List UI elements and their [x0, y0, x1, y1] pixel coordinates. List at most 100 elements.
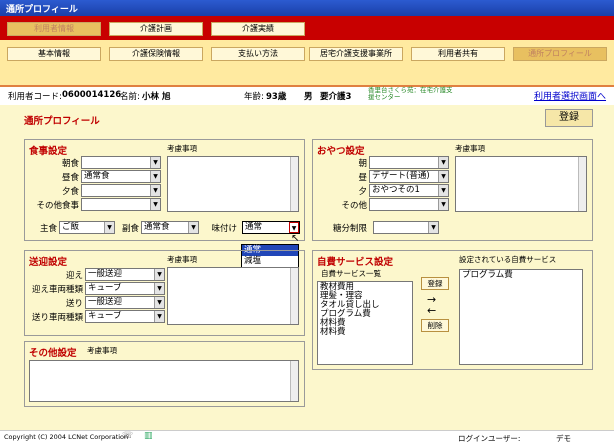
add-service-button[interactable]: 登録	[421, 277, 449, 290]
nav-care-plan[interactable]: 介護計画	[109, 22, 203, 36]
pickup-vehicle-label: 迎え車両種類	[31, 285, 83, 295]
nav-care-office[interactable]: 居宅介護支援事業所	[309, 47, 403, 61]
other-meal-label: その他食事	[36, 201, 79, 211]
snack-note-textarea[interactable]	[455, 156, 587, 212]
available-service-list[interactable]: 教材費用 理髪・理容 タオル貸し出し プログラム費 材料費 材料費	[317, 281, 413, 365]
chevron-down-icon[interactable]: ▼	[289, 222, 299, 233]
phone-icon: ☏	[122, 431, 134, 441]
snack-other-label: その他	[341, 201, 367, 211]
login-user-name: デモ	[556, 434, 571, 443]
register-button[interactable]: 登録	[545, 109, 593, 127]
meal-note-label: 考慮事項	[167, 144, 197, 153]
selfpay-set-label: 設定されている自費サービス	[459, 255, 557, 264]
arrow-left-icon: ←	[427, 304, 437, 317]
snack-other-select[interactable]: ▼	[369, 198, 449, 211]
transport-note-label: 考慮事項	[167, 255, 197, 264]
dinner-label: 夕食	[61, 187, 79, 197]
other-note-textarea[interactable]	[29, 360, 299, 402]
dropoff-vehicle-select[interactable]: キューブ ▼	[85, 310, 165, 323]
other-section: その他設定 考慮事項	[24, 341, 305, 407]
dinner-select[interactable]: ▼	[81, 184, 161, 197]
chevron-down-icon: ▼	[150, 157, 160, 168]
care-level: 要介護3	[320, 92, 352, 102]
scrollbar[interactable]	[290, 157, 298, 211]
window-title: 通所プロフィール	[6, 5, 78, 15]
chevron-down-icon: ▼	[104, 222, 114, 233]
copyright-text: Copyright (C) 2004 LCNet Corporation	[4, 433, 129, 441]
top-nav-bar: 利用者情報 介護計画 介護実績	[0, 16, 614, 40]
transport-section: 送迎設定 考慮事項 迎え 一般送迎 ▼ 迎え車両種類 キューブ ▼ 送り 一般送迎 ▼…	[24, 250, 305, 336]
seasoning-label: 味付け	[211, 224, 237, 234]
chevron-down-icon: ▼	[150, 171, 160, 182]
dropoff-select[interactable]: 一般送迎 ▼	[85, 296, 165, 309]
pickup-select[interactable]: 一般送迎 ▼	[85, 268, 165, 281]
nav-insurance-info[interactable]: 介護保険情報	[109, 47, 203, 61]
status-bar: Copyright (C) 2004 LCNet Corporation ☏ ▥…	[0, 430, 614, 444]
side-dish-label: 副食	[121, 224, 139, 234]
snack-evening-select[interactable]: おやつその1 ▼	[369, 184, 449, 197]
user-info-bar: 利用者コード: 0600014126 名前: 小林 旭 年齢: 93歳 男 要介…	[0, 87, 614, 105]
nav-user-info[interactable]: 利用者情報	[7, 22, 101, 36]
side-dish-select[interactable]: 通常食 ▼	[141, 221, 199, 234]
other-meal-select[interactable]: ▼	[81, 198, 161, 211]
window-titlebar: 通所プロフィール	[0, 0, 614, 16]
chevron-down-icon: ▼	[154, 297, 164, 308]
list-item[interactable]: 材料費	[320, 328, 410, 337]
page-title: 通所プロフィール	[24, 116, 100, 127]
pickup-vehicle-select[interactable]: キューブ ▼	[85, 282, 165, 295]
selfpay-list-label: 自費サービス一覧	[321, 269, 381, 278]
breakfast-select[interactable]: ▼	[81, 156, 161, 169]
dropoff-vehicle-label: 送り車両種類	[31, 313, 83, 323]
user-code-label: 利用者コード:	[8, 92, 62, 102]
user-code: 0600014126	[62, 90, 122, 100]
chevron-down-icon: ▼	[188, 222, 198, 233]
staple-label: 主食	[39, 224, 57, 234]
snack-noon-label: 昼	[358, 173, 367, 183]
user-age-label: 年齢:	[244, 92, 264, 102]
snack-morning-select[interactable]: ▼	[369, 156, 449, 169]
snack-noon-select[interactable]: デザート(普通) ▼	[369, 170, 449, 183]
back-to-user-select-link[interactable]: 利用者選択画面へ	[534, 89, 606, 102]
staple-select[interactable]: ご飯 ▼	[59, 221, 115, 234]
snack-title: おやつ設定	[317, 146, 365, 157]
scrollbar[interactable]	[290, 268, 298, 324]
dropoff-label: 送り	[65, 299, 83, 309]
scrollbar[interactable]	[290, 361, 298, 401]
nav-care-record[interactable]: 介護実績	[211, 22, 305, 36]
delete-service-button[interactable]: 削除	[421, 319, 449, 332]
chevron-down-icon: ▼	[438, 199, 448, 210]
pickup-label: 迎え	[65, 271, 83, 281]
transport-note-textarea[interactable]	[167, 267, 299, 325]
main-content: 通所プロフィール 登録 食事設定 考慮事項 朝食 ▼ 昼食 通常食 ▼ 夕食 ▼ …	[0, 105, 614, 430]
lunch-select[interactable]: 通常食 ▼	[81, 170, 161, 183]
breakfast-label: 朝食	[61, 159, 79, 169]
chevron-down-icon: ▼	[428, 222, 438, 233]
chevron-down-icon: ▼	[154, 311, 164, 322]
book-icon: ▥	[144, 431, 153, 441]
nav-day-profile[interactable]: 通所プロフィール	[513, 47, 607, 61]
sugar-limit-select[interactable]: ▼	[373, 221, 439, 234]
snack-section: おやつ設定 考慮事項 朝 ▼ 昼 デザート(普通) ▼ 夕 おやつその1 ▼ その他…	[312, 139, 593, 241]
selfpay-title: 自費サービス設定	[317, 257, 394, 268]
scrollbar[interactable]	[578, 157, 586, 211]
sub-nav-bar: 基本情報 介護保険情報 支払い方法 居宅介護支援事業所 利用者共有 通所プロフィ…	[0, 40, 614, 85]
mouse-cursor-icon: ↖	[291, 233, 300, 244]
nav-user-share[interactable]: 利用者共有	[411, 47, 505, 61]
transport-title: 送迎設定	[29, 257, 68, 268]
chevron-down-icon: ▼	[438, 171, 448, 182]
meal-section: 食事設定 考慮事項 朝食 ▼ 昼食 通常食 ▼ 夕食 ▼ その他食事 ▼ 主食 ご…	[24, 139, 305, 241]
user-sex: 男	[304, 92, 313, 102]
sugar-limit-label: 糖分制限	[332, 224, 367, 234]
meal-note-textarea[interactable]	[167, 156, 299, 212]
chevron-down-icon: ▼	[154, 269, 164, 280]
snack-morning-label: 朝	[358, 159, 367, 169]
list-item[interactable]: プログラム費	[462, 271, 580, 280]
selected-service-list[interactable]: プログラム費	[459, 269, 583, 365]
user-name: 小林 旭	[142, 92, 171, 102]
nav-basic-info[interactable]: 基本情報	[7, 47, 101, 61]
user-name-label: 名前:	[120, 92, 140, 102]
chevron-down-icon: ▼	[438, 185, 448, 196]
user-age: 93歳	[266, 92, 287, 102]
other-title: その他設定	[29, 348, 77, 359]
nav-payment-method[interactable]: 支払い方法	[211, 47, 305, 61]
